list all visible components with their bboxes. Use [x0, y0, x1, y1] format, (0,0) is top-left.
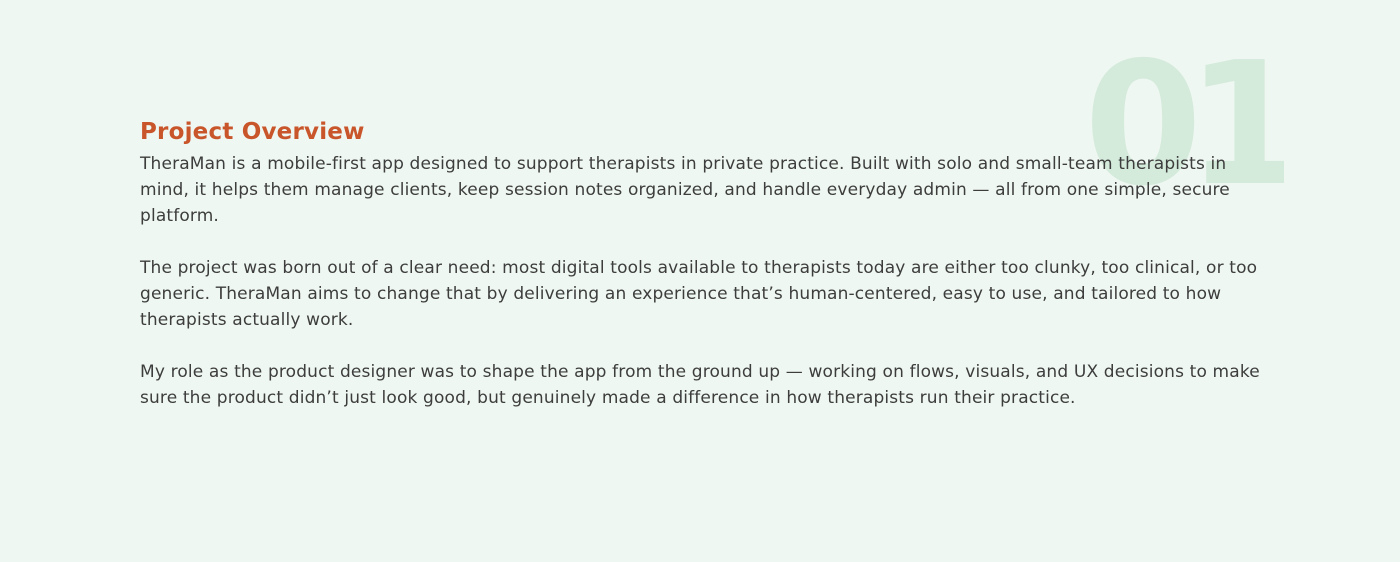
project-overview-section: 01 Project Overview TheraMan is a mobile…: [0, 0, 1400, 562]
paragraph-role: My role as the product designer was to s…: [140, 362, 1260, 408]
section-title: Project Overview: [140, 119, 365, 145]
paragraph-need: The project was born out of a clear need…: [140, 258, 1258, 330]
paragraph-intro: TheraMan is a mobile-first app designed …: [140, 154, 1230, 226]
content-block: Project Overview TheraMan is a mobile-fi…: [140, 116, 1260, 437]
